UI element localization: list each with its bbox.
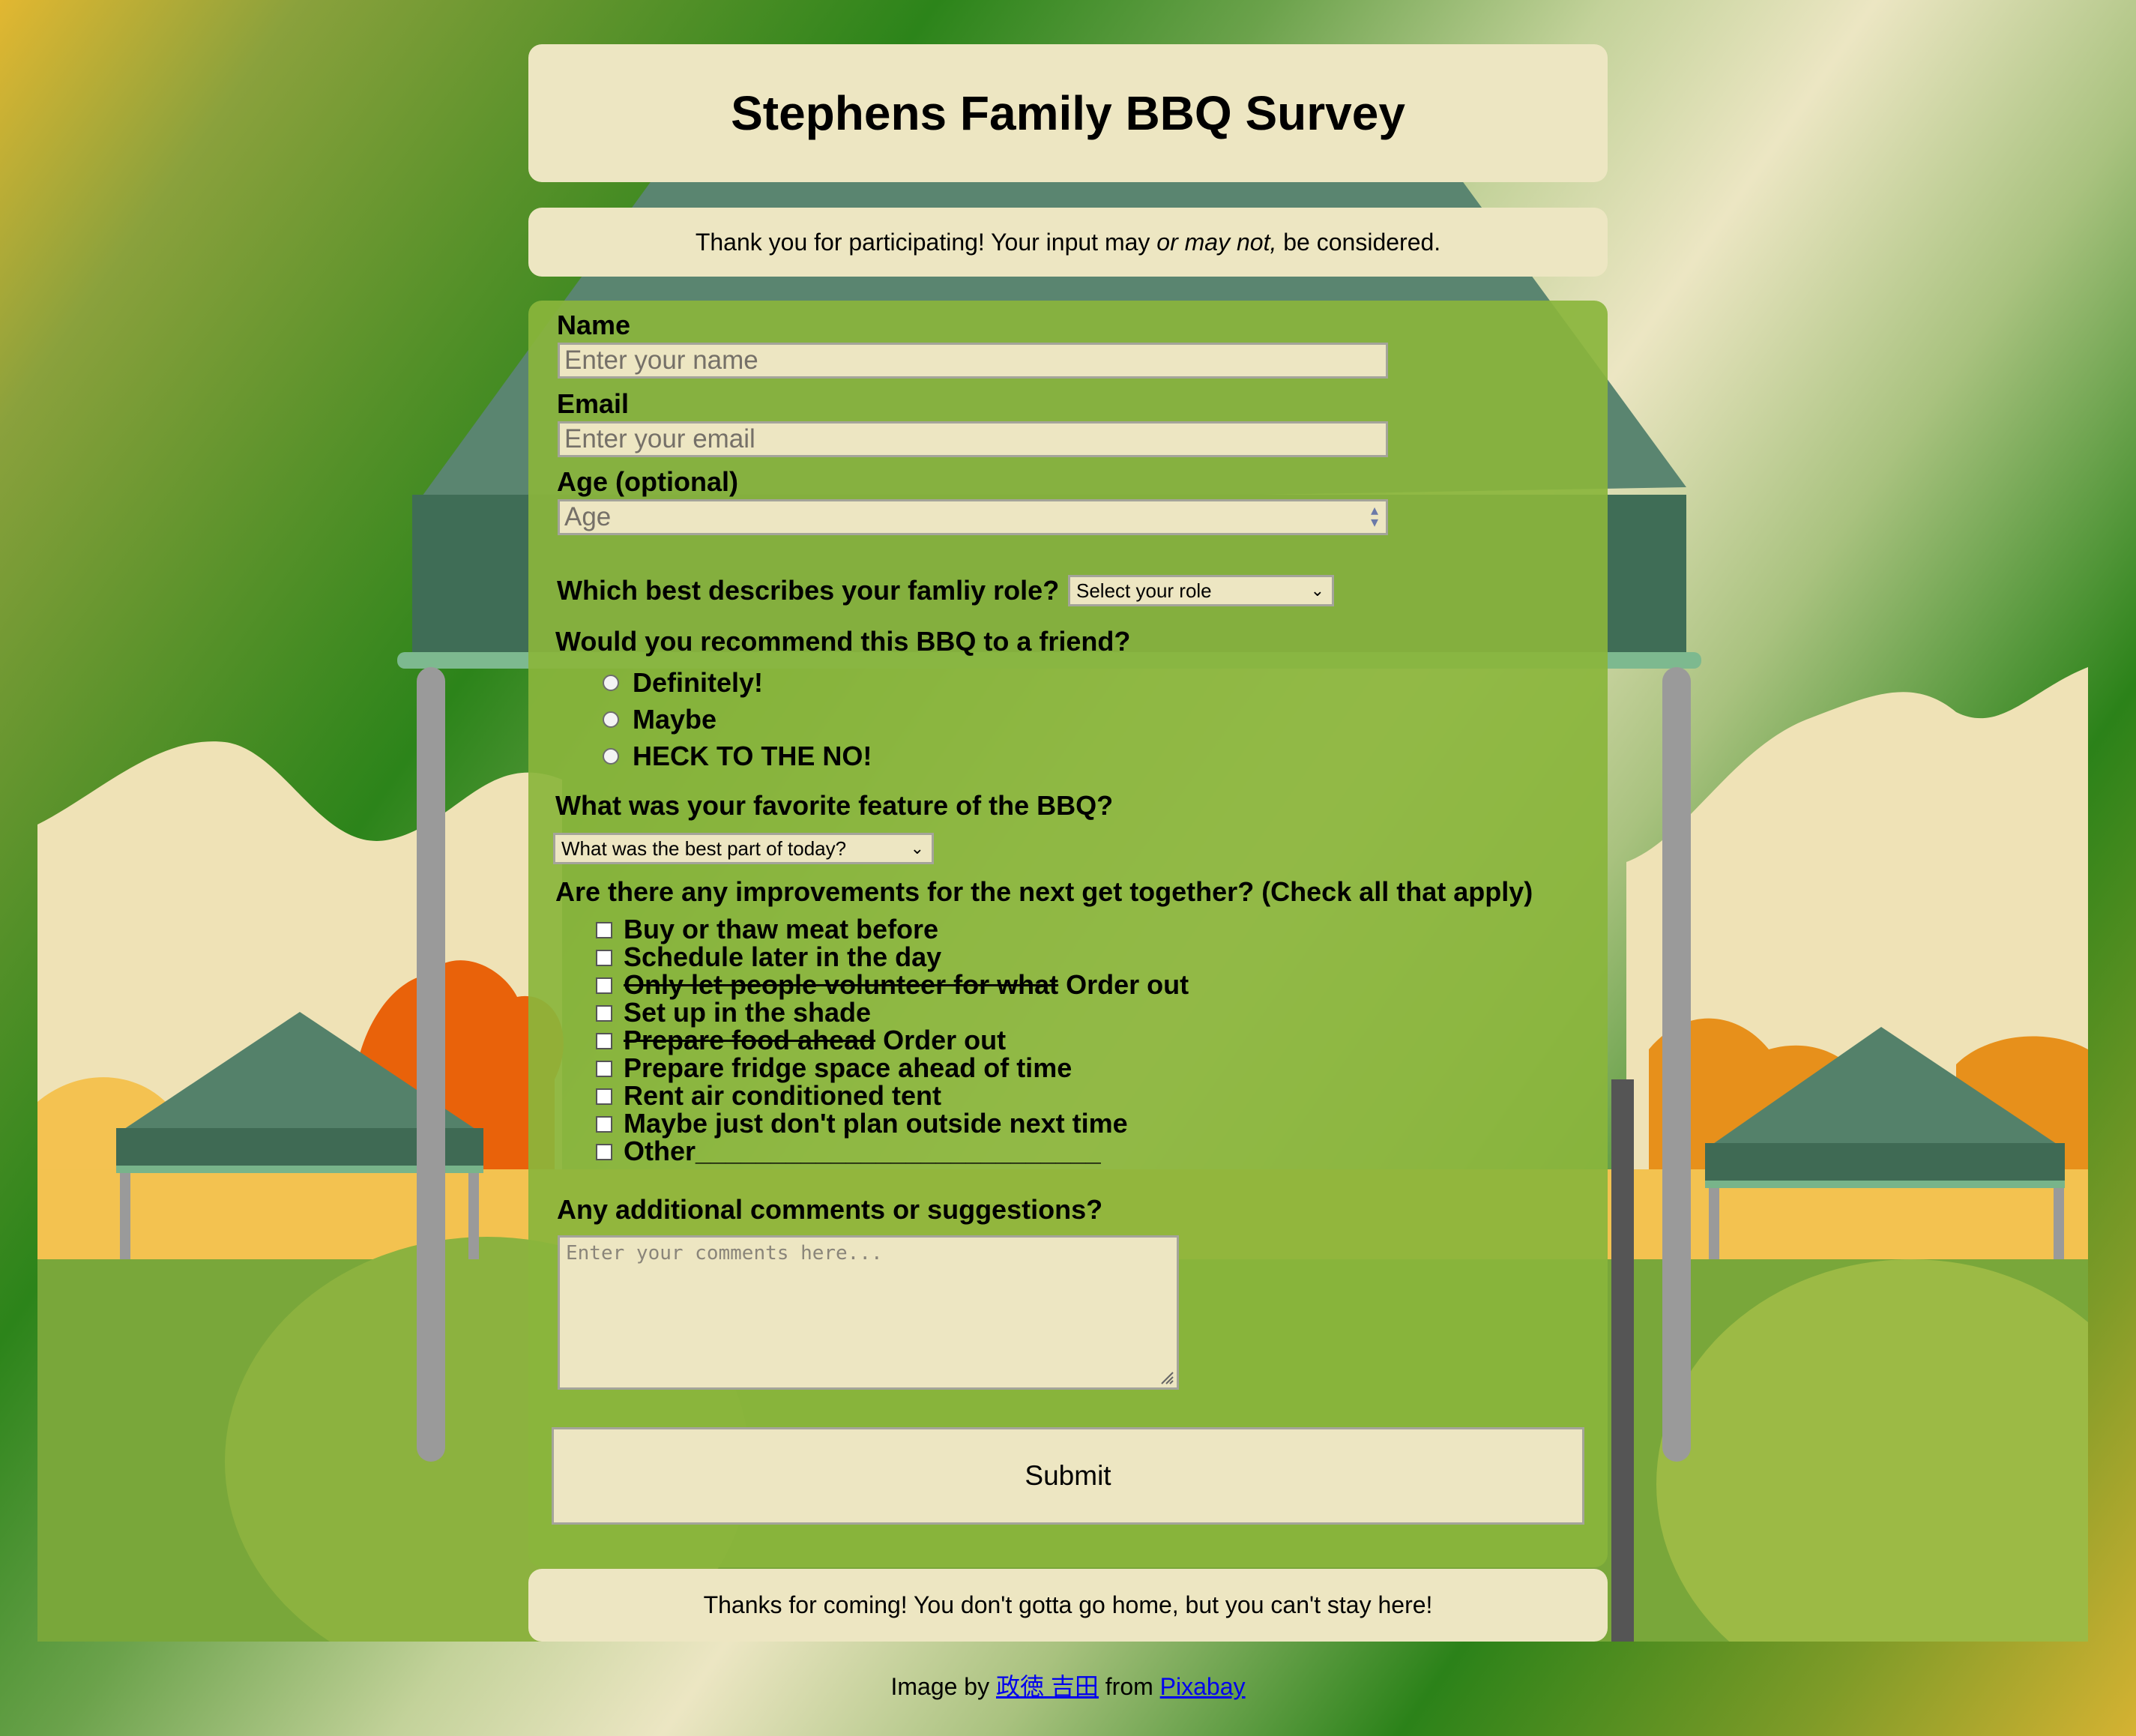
- improvements-label: Are there any improvements for the next …: [555, 876, 1533, 907]
- intro-emphasis: or may not,: [1156, 228, 1277, 256]
- checkbox-label: Other___________________________: [624, 1136, 1101, 1166]
- radio-definitely[interactable]: [603, 675, 619, 691]
- age-label: Age (optional): [557, 466, 738, 497]
- checkbox-improvement[interactable]: [596, 1116, 612, 1133]
- checkbox-label: Prepare food ahead Order out: [624, 1025, 1007, 1055]
- checkbox-improvement[interactable]: [596, 1033, 612, 1049]
- favorite-select-value: What was the best part of today?: [561, 837, 847, 860]
- checkbox-improvement[interactable]: [596, 1088, 612, 1105]
- radio-label-maybe: Maybe: [633, 704, 717, 735]
- email-input[interactable]: Enter your email: [558, 421, 1388, 457]
- favorite-label: What was your favorite feature of the BB…: [555, 790, 1114, 821]
- author-link[interactable]: 政徳 吉田: [996, 1673, 1099, 1700]
- checkbox-label: Schedule later in the day: [624, 941, 942, 972]
- recommend-label: Would you recommend this BBQ to a friend…: [555, 626, 1131, 657]
- pixabay-link[interactable]: Pixabay: [1160, 1673, 1246, 1700]
- name-label: Name: [557, 310, 631, 340]
- submit-button[interactable]: Submit: [552, 1427, 1584, 1525]
- role-select-value: Select your role: [1076, 579, 1212, 602]
- checkbox-improvement[interactable]: [596, 950, 612, 966]
- checkbox-improvement[interactable]: [596, 977, 612, 994]
- name-input[interactable]: Enter your name: [558, 343, 1388, 379]
- role-label: Which best describes your famliy role?: [557, 575, 1060, 606]
- intro-panel: Thank you for participating! Your input …: [528, 208, 1608, 277]
- radio-maybe[interactable]: [603, 711, 619, 728]
- outro-text: Thanks for coming! You don't gotta go ho…: [703, 1591, 1433, 1618]
- checkbox-improvement[interactable]: [596, 1005, 612, 1022]
- spinner-icon[interactable]: ▴ ▾: [1371, 503, 1378, 530]
- comments-textarea[interactable]: Enter your comments here...: [558, 1235, 1179, 1390]
- page-title: Stephens Family BBQ Survey: [731, 86, 1405, 140]
- intro-text: Thank you for participating! Your input …: [695, 228, 1441, 256]
- radio-label-heck-no: HECK TO THE NO!: [633, 741, 872, 771]
- header-panel: Stephens Family BBQ Survey: [528, 44, 1608, 182]
- checkbox-improvement[interactable]: [596, 922, 612, 938]
- resize-grip-icon[interactable]: [1159, 1369, 1174, 1384]
- grill: [1611, 1079, 1634, 1642]
- checkbox-label: Set up in the shade: [624, 997, 872, 1028]
- comments-label: Any additional comments or suggestions?: [557, 1194, 1103, 1225]
- radio-label-definitely: Definitely!: [633, 667, 764, 698]
- comments-placeholder: Enter your comments here...: [566, 1242, 883, 1265]
- age-placeholder: Age: [564, 502, 612, 531]
- email-label: Email: [557, 388, 630, 419]
- age-input[interactable]: Age ▴ ▾: [558, 499, 1388, 535]
- checkbox-improvement[interactable]: [596, 1144, 612, 1160]
- favorite-select[interactable]: What was the best part of today? ⌄: [553, 833, 934, 864]
- role-select[interactable]: Select your role ⌄: [1068, 575, 1334, 606]
- checkbox-label: Rent air conditioned tent: [624, 1080, 942, 1111]
- checkbox-label: Buy or thaw meat before: [624, 914, 939, 944]
- outro-panel: Thanks for coming! You don't gotta go ho…: [528, 1569, 1608, 1642]
- checkbox-improvement[interactable]: [596, 1061, 612, 1077]
- image-credit: Image by 政徳 吉田 from Pixabay: [890, 1673, 1246, 1700]
- checkbox-label: Only let people volunteer for what Order…: [624, 969, 1189, 1000]
- checkbox-label: Prepare fridge space ahead of time: [624, 1052, 1072, 1083]
- radio-heck-no[interactable]: [603, 748, 619, 765]
- survey-form: Name Enter your name Email Enter your em…: [528, 301, 1608, 1567]
- checkbox-label: Maybe just don't plan outside next time: [624, 1108, 1128, 1139]
- chevron-down-icon: ⌄: [910, 839, 924, 858]
- chevron-down-icon: ⌄: [1310, 581, 1324, 600]
